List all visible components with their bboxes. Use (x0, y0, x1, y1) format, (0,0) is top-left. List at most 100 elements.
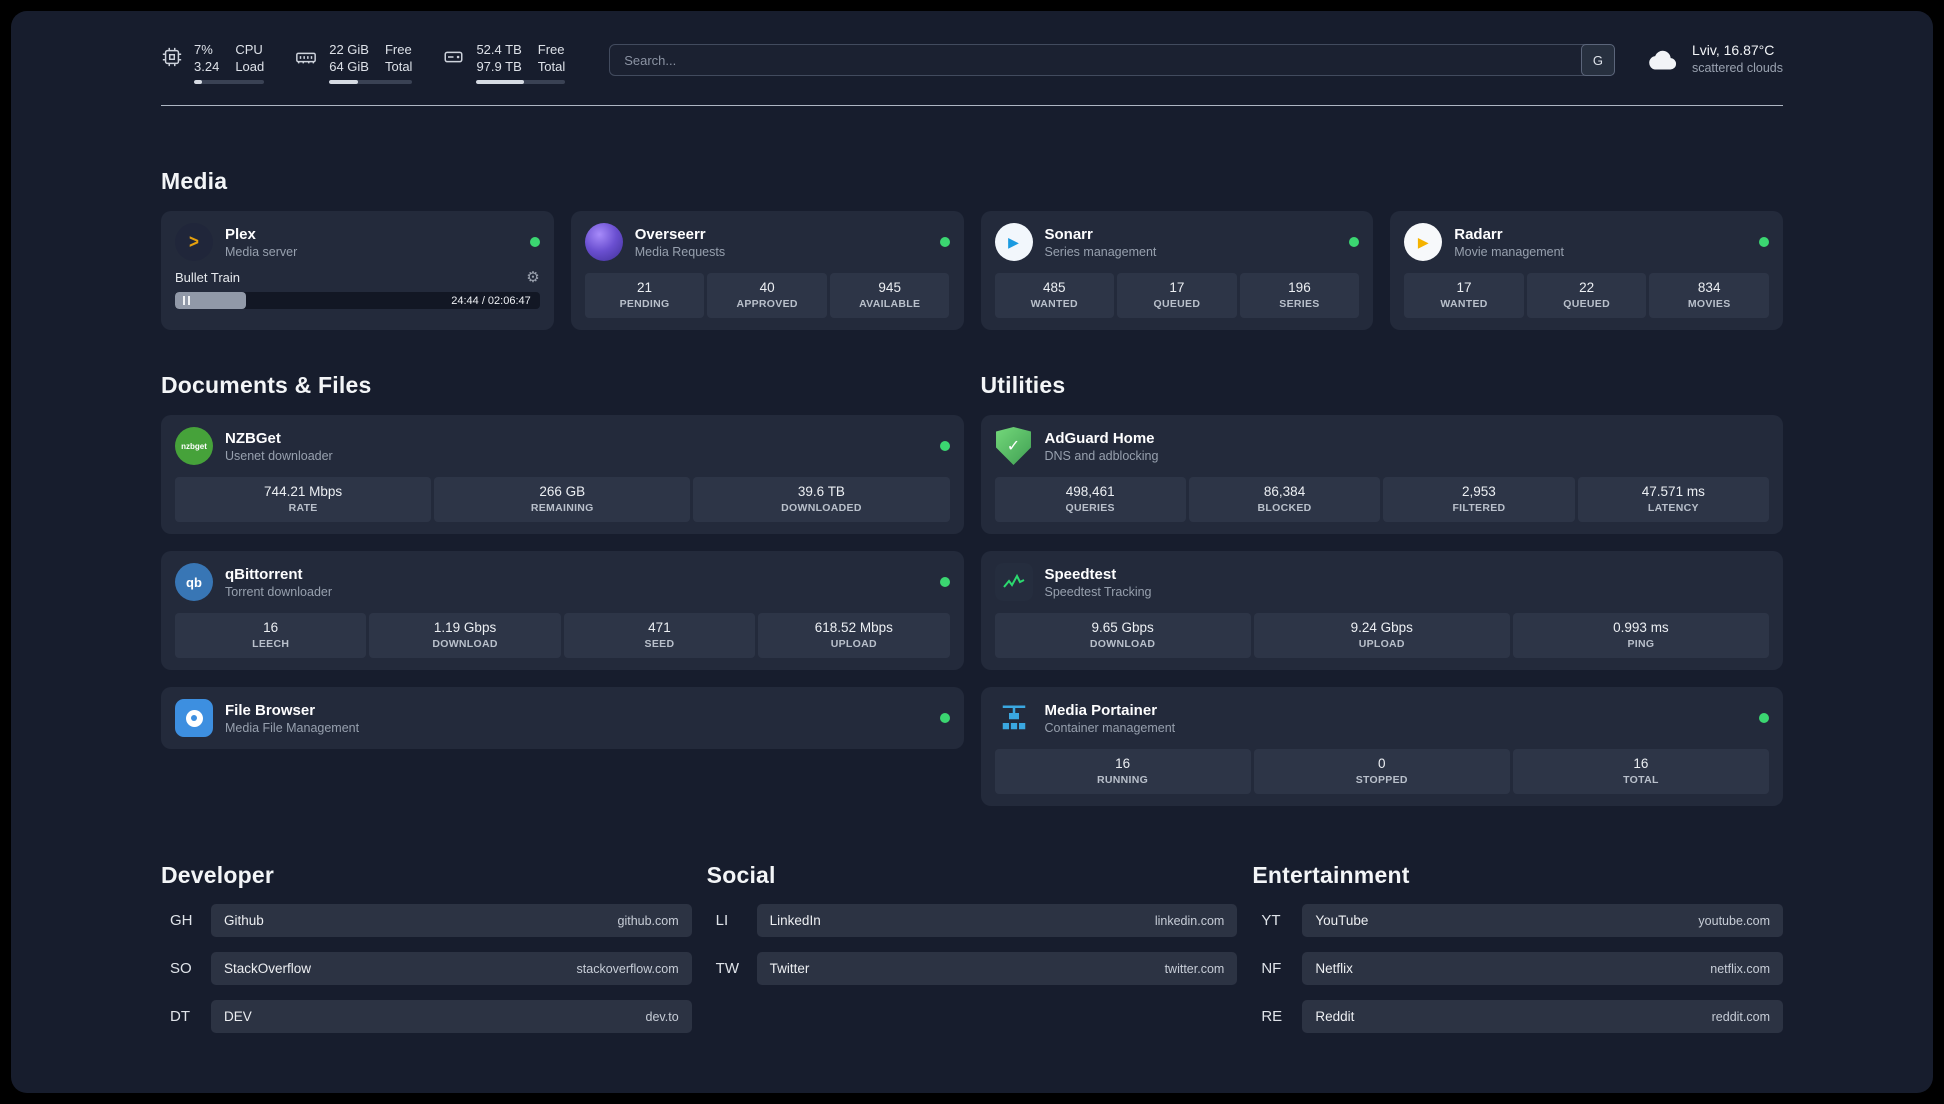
bookmark-netflix[interactable]: NF Netflix netflix.com (1252, 952, 1783, 985)
stat-tiles: 16 LEECH 1.19 Gbps DOWNLOAD 471 SEED 618… (175, 613, 950, 658)
stat-label: QUERIES (1065, 502, 1115, 514)
stat-tiles: 498,461 QUERIES 86,384 BLOCKED 2,953 FIL… (994, 477, 1769, 522)
search-bar: G (609, 44, 1615, 76)
cpu-icon (162, 47, 182, 67)
stat-value: 17 (1169, 280, 1185, 295)
stat-value: 86,384 (1263, 484, 1306, 499)
memory-widget: 22 GiB 64 GiB Free Total (294, 41, 413, 84)
stat-label: WANTED (1440, 298, 1488, 310)
radarr-icon: ▶ (1404, 223, 1443, 261)
bookmark-name: Netflix (1315, 961, 1353, 976)
stat-value: 40 (759, 280, 775, 295)
stat-value: 744.21 Mbps (264, 484, 343, 499)
status-online-dot (939, 577, 950, 587)
stat-value: 834 (1697, 280, 1721, 295)
weather-location: Lviv, 16.87°C (1691, 42, 1775, 58)
app-card-speedtest[interactable]: Speedtest Speedtest Tracking 9.65 Gbps D… (980, 551, 1783, 670)
app-card-nzbget[interactable]: nzbget NZBGet Usenet downloader 744.21 M… (161, 415, 964, 534)
bookmark-url: linkedin.com (1154, 913, 1225, 928)
section-title-developer: Developer (161, 862, 275, 888)
bookmark-abbr: RE (1261, 1008, 1283, 1025)
bookmark-abbr: LI (715, 912, 729, 929)
app-card-adguard[interactable]: ✓ AdGuard Home DNS and adblocking 498,46… (980, 415, 1783, 534)
cpu-percent: 7% (194, 42, 213, 57)
app-card-portainer[interactable]: Media Portainer Container management 16 … (980, 687, 1783, 806)
bookmark-stackoverflow[interactable]: SO StackOverflow stackoverflow.com (161, 952, 692, 985)
stat-label: QUEUED (1153, 298, 1201, 310)
pause-icon[interactable] (183, 296, 190, 305)
stat-label: DOWNLOAD (432, 638, 498, 650)
app-card-filebrowser[interactable]: File Browser Media File Management (161, 687, 964, 749)
bookmark-github[interactable]: GH Github github.com (161, 904, 692, 937)
gear-icon[interactable]: ⚙ (526, 270, 539, 285)
bookmark-url: youtube.com (1698, 913, 1770, 928)
bookmark-reddit[interactable]: RE Reddit reddit.com (1252, 1000, 1783, 1033)
app-subtitle: Torrent downloader (225, 584, 333, 599)
app-card-sonarr[interactable]: ▶ Sonarr Series management 485 WANTED 17… (980, 211, 1374, 330)
bookmark-name: YouTube (1315, 913, 1369, 928)
section-title-documents: Documents & Files (161, 372, 372, 398)
app-name: Media Portainer (1044, 701, 1158, 719)
app-subtitle: Series management (1044, 244, 1157, 259)
bookmark-abbr: SO (170, 960, 192, 977)
app-name: Overseerr (634, 225, 706, 243)
bookmark-name: Github (224, 913, 264, 928)
bookmark-abbr: NF (1261, 960, 1282, 977)
bookmarks-entertainment: Entertainment YT YouTube youtube.com NF … (1252, 862, 1783, 1033)
stat-value: 618.52 Mbps (814, 620, 893, 635)
stat-value: 945 (878, 280, 901, 295)
portainer-icon (995, 699, 1033, 737)
stat-value: 485 (1043, 280, 1066, 295)
utilities-column: Utilities ✓ AdGuard Home DNS and adblock… (980, 372, 1783, 806)
playback-progress-bar[interactable]: 24:44 / 02:06:47 (175, 292, 540, 309)
stat-tile: 9.65 Gbps DOWNLOAD (994, 613, 1251, 658)
app-card-radarr[interactable]: ▶ Radarr Movie management 17 WANTED 22 Q… (1390, 211, 1783, 330)
stat-tile: 498,461 QUERIES (994, 477, 1186, 522)
cpu-load-label: Load (235, 59, 265, 74)
stat-value: 22 (1579, 280, 1595, 295)
bookmark-twitter[interactable]: TW Twitter twitter.com (707, 952, 1238, 985)
stat-label: AVAILABLE (859, 298, 921, 310)
stat-label: SEED (644, 638, 675, 650)
section-title-media: Media (161, 168, 228, 194)
documents-column: Documents & Files nzbget NZBGet Usenet d… (161, 372, 964, 749)
stat-tile: 744.21 Mbps RATE (175, 477, 432, 522)
stat-tiles: 17 WANTED 22 QUEUED 834 MOVIES (1404, 273, 1769, 318)
cpu-widget: 7% 3.24 CPU Load (161, 41, 265, 84)
bookmark-url: dev.to (645, 1009, 679, 1024)
stat-tile: 196 SERIES (1239, 273, 1360, 318)
stat-value: 196 (1288, 280, 1311, 295)
bookmark-name: StackOverflow (224, 961, 312, 976)
weather-condition: scattered clouds (1691, 61, 1783, 75)
cpu-usage-bar (194, 80, 265, 84)
app-card-overseerr[interactable]: Overseerr Media Requests 21 PENDING 40 A… (570, 211, 964, 330)
app-card-plex[interactable]: > Plex Media server Bullet Train ⚙ 24:44… (161, 211, 554, 330)
bookmark-youtube[interactable]: YT YouTube youtube.com (1252, 904, 1783, 937)
stat-label: PENDING (619, 298, 670, 310)
search-input[interactable] (610, 45, 1582, 75)
ram-usage-bar (329, 80, 413, 84)
app-name: Plex (225, 225, 256, 243)
bookmark-url: stackoverflow.com (576, 961, 679, 976)
stat-label: QUEUED (1563, 298, 1610, 310)
stat-value: 471 (648, 620, 671, 635)
cpu-load-value: 3.24 (194, 59, 220, 74)
dashboard: 7% 3.24 CPU Load 22 GiB 64 GiB Free Tota… (11, 11, 1933, 1093)
bookmark-abbr: GH (170, 912, 193, 929)
stat-value: 39.6 TB (797, 484, 845, 499)
disk-icon (444, 51, 463, 63)
status-online-dot (1349, 237, 1360, 247)
stat-label: STOPPED (1355, 774, 1408, 786)
stat-value: 47.571 ms (1641, 484, 1705, 499)
stat-tile: 47.571 ms LATENCY (1577, 477, 1769, 522)
stat-tile: 16 TOTAL (1512, 749, 1770, 794)
stat-tiles: 21 PENDING 40 APPROVED 945 AVAILABLE (584, 273, 950, 318)
app-subtitle: Media File Management (225, 720, 360, 735)
filebrowser-icon (175, 699, 213, 737)
app-card-qbittorrent[interactable]: qb qBittorrent Torrent downloader 16 LEE… (161, 551, 964, 670)
bookmark-linkedin[interactable]: LI LinkedIn linkedin.com (707, 904, 1238, 937)
app-name: AdGuard Home (1044, 429, 1155, 447)
stat-tile: 266 GB REMAINING (434, 477, 691, 522)
bookmark-dev[interactable]: DT DEV dev.to (161, 1000, 692, 1033)
search-engine-button[interactable]: G (1580, 44, 1615, 76)
